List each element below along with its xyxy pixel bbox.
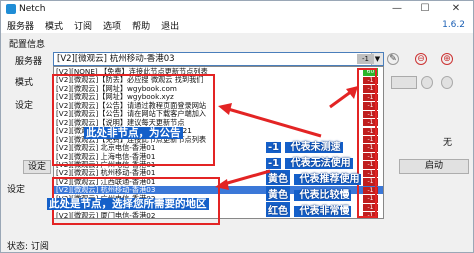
node-annotation: 此处是节点，选择您所需要的地区 [47,198,209,210]
legend-text: 代表比较慢 [294,190,352,201]
netch-logo-icon [6,4,16,14]
mode-dropdown-button[interactable] [391,76,417,89]
legend-text: 代表非常慢 [294,206,352,217]
version-link[interactable]: 1.6.2 [442,17,465,33]
selected-server-text: [V2][微观云] 杭州移动-香港03 [57,54,175,64]
latency-highlight-box [357,68,377,218]
status-label: 状态: 订阅 [7,242,49,252]
legend-entry: 红色 代表非常慢 [266,202,352,217]
menu-servers[interactable]: 服务器 [7,19,34,32]
start-button[interactable]: 启动 [399,159,469,174]
node-arrow-icon [215,169,271,190]
window-title: Netch [19,4,46,14]
minimize-button[interactable]: — [386,1,408,17]
legend-entry: -1 代表无法使用 [266,154,353,169]
menu-subscription[interactable]: 订阅 [74,19,92,32]
legend-key: -1 [266,142,282,153]
menu-bar: 服务器 模式 订阅 选项 帮助 退出 [1,17,473,33]
legend-entry: 黄色 代表比较慢 [266,186,352,201]
legend-key: -1 [266,158,282,169]
maximize-button[interactable]: ☐ [414,1,436,17]
title-bar: Netch — ☐ ✕ [1,1,473,17]
settings-label: 设定 [15,101,34,111]
mode-wu-label: 无 [443,138,453,148]
server-label: 服务器 [15,57,43,67]
legend-entry: 黄色 代表推荐使用 [266,170,362,185]
legend-text: 代表无法使用 [285,158,353,169]
notice-annotation: 此处非节点，为公告 [84,127,183,139]
server-select[interactable]: [V2][微观云] 杭州移动-香港03 ▼ [53,52,384,66]
menu-options[interactable]: 选项 [103,19,121,32]
legend-key: 红色 [266,202,290,217]
mode-edit-icon[interactable] [421,76,433,89]
add-server-icon[interactable]: ⊕ [441,53,453,65]
close-button[interactable]: ✕ [445,1,467,17]
menu-exit[interactable]: 退出 [161,19,179,32]
menu-mode[interactable]: 模式 [45,19,63,32]
mode-label: 模式 [15,78,34,88]
start-button-label: 启动 [424,161,443,171]
legend-text: 代表推荐使用 [294,174,362,185]
status-side-label: 设定 [7,185,26,195]
selected-latency-badge: -1 [357,54,374,64]
remove-server-icon[interactable]: ⊖ [415,53,427,65]
netch-window: Netch — ☐ ✕ 服务器 模式 订阅 选项 帮助 退出 1.6.2 配置信… [0,0,474,253]
settings-button[interactable]: 设定 [23,160,51,174]
notice-highlight-box [52,74,215,166]
notice-arrow-icon [218,103,322,138]
mode-add-icon[interactable] [441,76,453,89]
menu-help[interactable]: 帮助 [132,19,150,32]
config-heading: 配置信息 [9,40,46,50]
latency-arrow-icon [329,86,358,109]
settings-button-label: 设定 [27,162,46,172]
legend-text: 代表未测速 [285,142,343,153]
edit-server-icon[interactable]: ✎ [387,53,399,65]
